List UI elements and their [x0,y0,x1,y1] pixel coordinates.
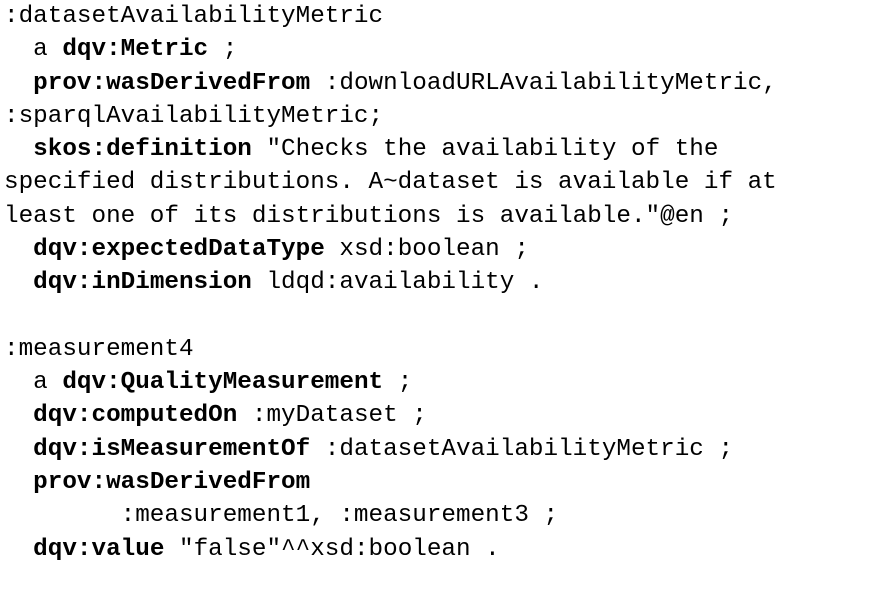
code-line: least one of its distributions is availa… [4,200,877,233]
code-text: :datasetAvailabilityMetric ; [310,436,733,463]
code-keyword: dqv:value [33,536,164,563]
code-line: prov:wasDerivedFrom :downloadURLAvailabi… [4,67,877,100]
code-text: least one of its distributions is availa… [4,203,733,230]
code-text [4,303,19,330]
code-text: :downloadURLAvailabilityMetric, [310,70,777,97]
code-line: specified distributions. A~dataset is av… [4,166,877,199]
code-line: a dqv:Metric ; [4,33,877,66]
code-text: a [4,36,62,63]
code-line: :datasetAvailabilityMetric [4,0,877,33]
code-line: :measurement1, :measurement3 ; [4,499,877,532]
code-line: :sparqlAvailabilityMetric; [4,100,877,133]
code-keyword: prov:wasDerivedFrom [33,70,310,97]
code-text: ; [383,369,412,396]
code-text: :myDataset ; [237,402,427,429]
code-line: prov:wasDerivedFrom [4,466,877,499]
code-keyword: prov:wasDerivedFrom [33,469,310,496]
code-text: :measurement1, :measurement3 ; [4,502,558,529]
code-line: dqv:computedOn :myDataset ; [4,399,877,432]
code-text [4,469,33,496]
code-keyword: dqv:expectedDataType [33,236,325,263]
code-text: xsd:boolean ; [325,236,529,263]
code-text: ; [208,36,237,63]
code-line: skos:definition "Checks the availability… [4,133,877,166]
code-line: dqv:inDimension ldqd:availability . [4,266,877,299]
code-line [4,300,877,333]
code-keyword: dqv:isMeasurementOf [33,436,310,463]
code-line: dqv:expectedDataType xsd:boolean ; [4,233,877,266]
code-text [4,436,33,463]
code-text: :measurement4 [4,336,194,363]
code-text: "Checks the availability of the [252,136,733,163]
code-text: specified distributions. A~dataset is av… [4,169,791,196]
code-text: :sparqlAvailabilityMetric; [4,103,383,130]
code-block: :datasetAvailabilityMetric a dqv:Metric … [0,0,881,566]
code-line: a dqv:QualityMeasurement ; [4,366,877,399]
code-text [4,536,33,563]
code-text [4,136,33,163]
code-keyword: dqv:computedOn [33,402,237,429]
code-text [4,70,33,97]
code-line: dqv:value "false"^^xsd:boolean . [4,533,877,566]
code-line: dqv:isMeasurementOf :datasetAvailability… [4,433,877,466]
code-keyword: dqv:Metric [62,36,208,63]
code-keyword: dqv:QualityMeasurement [62,369,383,396]
code-text [4,402,33,429]
code-text: ldqd:availability . [252,269,544,296]
code-keyword: dqv:inDimension [33,269,252,296]
code-text: a [4,369,62,396]
code-keyword: skos:definition [33,136,252,163]
code-text [4,269,33,296]
code-line: :measurement4 [4,333,877,366]
code-text [4,236,33,263]
code-text: "false"^^xsd:boolean . [164,536,499,563]
code-text: :datasetAvailabilityMetric [4,3,383,30]
